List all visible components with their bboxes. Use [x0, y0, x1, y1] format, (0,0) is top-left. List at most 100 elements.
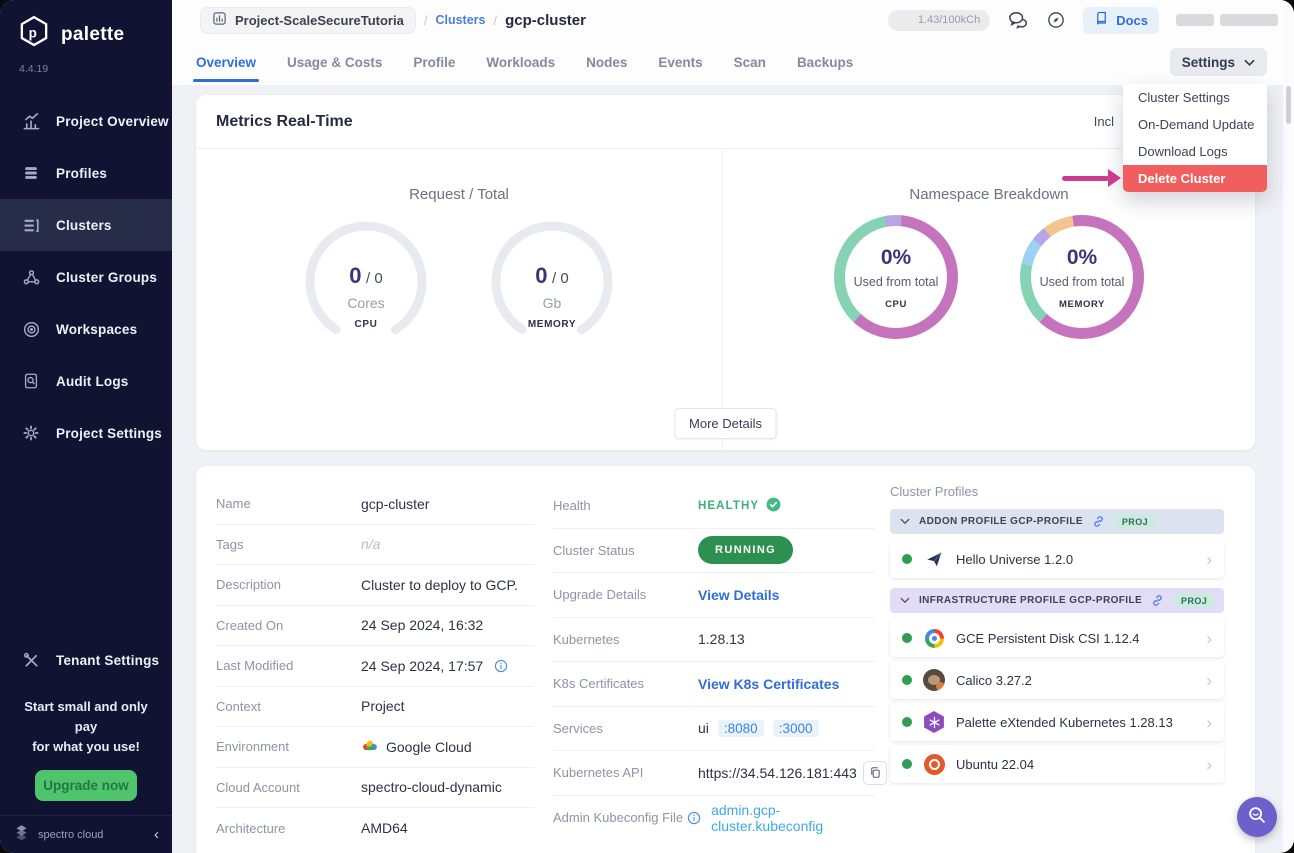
kubeconfig-download-link[interactable]: admin.gcp-cluster.kubeconfig: [711, 802, 875, 834]
sidebar-item-profiles[interactable]: Profiles: [0, 147, 172, 199]
cluster-details-card: Namegcp-cluster Tagsn/a DescriptionClust…: [196, 466, 1255, 853]
profile-layer-calico[interactable]: Calico 3.27.2 ›: [890, 661, 1224, 699]
chat-icon[interactable]: [1007, 10, 1029, 30]
status-dot-green: [902, 675, 912, 685]
status-row: Upgrade Details View Details: [553, 573, 875, 618]
tab-events[interactable]: Events: [658, 40, 702, 85]
tab-backups[interactable]: Backups: [797, 40, 853, 85]
service-port-link[interactable]: :8080: [718, 720, 764, 737]
gauge-unit: Gb: [487, 295, 617, 311]
stack-icon: [21, 163, 41, 183]
row-label: Cloud Account: [216, 780, 361, 795]
tab-usage-costs[interactable]: Usage & Costs: [287, 40, 382, 85]
profile-layer-pxk[interactable]: Palette eXtended Kubernetes 1.28.13 ›: [890, 703, 1224, 741]
cpu-gauge: 0 / 0 Cores CPU: [301, 217, 431, 347]
menu-item-cluster-settings[interactable]: Cluster Settings: [1123, 84, 1267, 111]
google-cloud-icon: [361, 739, 379, 755]
menu-item-delete-cluster[interactable]: Delete Cluster: [1123, 165, 1267, 192]
tab-scan[interactable]: Scan: [734, 40, 766, 85]
sidebar-nav: Project Overview Profiles Clusters Clust…: [0, 95, 172, 459]
project-name: Project-ScaleSecureTutoria: [235, 13, 404, 28]
services-value: ui :8080 :3000: [698, 720, 819, 737]
sidebar-footer: spectro cloud ‹: [0, 815, 172, 853]
info-icon[interactable]: [494, 659, 508, 673]
docs-button[interactable]: Docs: [1083, 7, 1159, 34]
row-value: spectro-cloud-dynamic: [361, 779, 502, 795]
profile-group-name: ADDON PROFILE GCP-PROFILE: [919, 516, 1083, 527]
chevron-right-icon: ›: [1206, 672, 1212, 689]
sidebar-item-workspaces[interactable]: Workspaces: [0, 303, 172, 355]
view-details-link[interactable]: View Details: [698, 587, 779, 603]
sidebar-item-project-overview[interactable]: Project Overview: [0, 95, 172, 147]
header-actions: 1.43/100kCh Docs: [888, 7, 1278, 34]
breadcrumb-clusters-link[interactable]: Clusters: [435, 13, 485, 27]
donut-label: Used from total: [834, 275, 958, 289]
profile-layer-name: Ubuntu 22.04: [956, 757, 1034, 772]
gear-icon: [21, 423, 41, 443]
more-details-button[interactable]: More Details: [674, 408, 777, 439]
breadcrumb-separator: /: [424, 13, 428, 28]
sidebar-item-cluster-groups[interactable]: Cluster Groups: [0, 251, 172, 303]
gauge-caption: CPU: [301, 319, 431, 330]
tab-overview[interactable]: Overview: [196, 40, 256, 85]
status-row: Admin Kubeconfig File admin.gcp-cluster.…: [553, 796, 875, 841]
sidebar-item-audit-logs[interactable]: Audit Logs: [0, 355, 172, 407]
sidebar-item-tenant-settings[interactable]: Tenant Settings: [0, 635, 172, 687]
sidebar-bottom: Tenant Settings Start small and only pay…: [0, 635, 172, 853]
compass-icon[interactable]: [1046, 10, 1066, 30]
menu-item-on-demand-update[interactable]: On-Demand Update: [1123, 111, 1267, 138]
status-dot-green: [902, 717, 912, 727]
settings-dropdown-button[interactable]: Settings: [1170, 48, 1267, 76]
api-url: https://34.54.126.181:443: [698, 765, 857, 781]
infrastructure-profile-header[interactable]: INFRASTRUCTURE PROFILE GCP-PROFILE PROJ: [890, 588, 1224, 613]
chevron-right-icon: ›: [1206, 714, 1212, 731]
sidebar: p palette 4.4.19 Project Overview Profil…: [0, 0, 172, 853]
status-dot-green: [902, 759, 912, 769]
gauge-unit: Cores: [301, 295, 431, 311]
upgrade-now-button[interactable]: Upgrade now: [35, 770, 137, 801]
detail-row: Environment Google Cloud: [216, 727, 534, 768]
row-label: Last Modified: [216, 658, 361, 673]
row-label: Description: [216, 577, 361, 592]
menu-item-download-logs[interactable]: Download Logs: [1123, 138, 1267, 165]
row-value: gcp-cluster: [361, 496, 429, 512]
usage-quota-pill: 1.43/100kCh: [888, 10, 990, 31]
addon-profile-header[interactable]: ADDON PROFILE GCP-PROFILE PROJ: [890, 509, 1224, 534]
scrollbar-thumb[interactable]: [1286, 86, 1291, 124]
user-info-redacted[interactable]: [1176, 14, 1278, 26]
link-icon: [1092, 515, 1105, 528]
tab-profile[interactable]: Profile: [413, 40, 455, 85]
sidebar-item-project-settings[interactable]: Project Settings: [0, 407, 172, 459]
ubuntu-icon: [923, 753, 945, 775]
metrics-header: Metrics Real-Time Incl: [196, 95, 1255, 149]
request-total-title: Request / Total: [409, 186, 509, 203]
service-name: ui: [698, 720, 709, 736]
link-icon: [1151, 594, 1164, 607]
palette-logo: p palette: [0, 0, 172, 55]
detail-row: ArchitectureAMD64: [216, 808, 534, 849]
arrow-line: [1062, 176, 1109, 181]
profile-layer-gce-csi[interactable]: GCE Persistent Disk CSI 1.12.4 ›: [890, 619, 1224, 657]
status-row: Health HEALTHY: [553, 484, 875, 529]
view-certificates-link[interactable]: View K8s Certificates: [698, 676, 839, 692]
metrics-card: Metrics Real-Time Incl Request / Total 0…: [196, 95, 1255, 450]
profile-layer-hello-universe[interactable]: Hello Universe 1.2.0 ›: [890, 540, 1224, 578]
tab-workloads[interactable]: Workloads: [486, 40, 555, 85]
profile-layer-ubuntu[interactable]: Ubuntu 22.04 ›: [890, 745, 1224, 783]
service-port-link[interactable]: :3000: [773, 720, 819, 737]
hello-universe-icon: [923, 548, 945, 570]
gauge-used: 0: [349, 263, 361, 288]
check-circle-icon: [766, 497, 781, 515]
info-icon[interactable]: [687, 811, 701, 825]
sidebar-item-clusters[interactable]: Clusters: [0, 199, 172, 251]
status-dot-green: [902, 554, 912, 564]
gauge-value: 0 / 0: [301, 263, 431, 289]
page-title: gcp-cluster: [505, 12, 586, 29]
project-selector[interactable]: Project-ScaleSecureTutoria: [200, 7, 416, 34]
promo-line-2: for what you use!: [16, 737, 156, 757]
copy-icon[interactable]: [863, 761, 887, 785]
breadcrumb-separator: /: [493, 13, 497, 28]
help-search-fab[interactable]: [1237, 797, 1277, 837]
collapse-sidebar-icon[interactable]: ‹: [154, 827, 159, 842]
tab-nodes[interactable]: Nodes: [586, 40, 627, 85]
